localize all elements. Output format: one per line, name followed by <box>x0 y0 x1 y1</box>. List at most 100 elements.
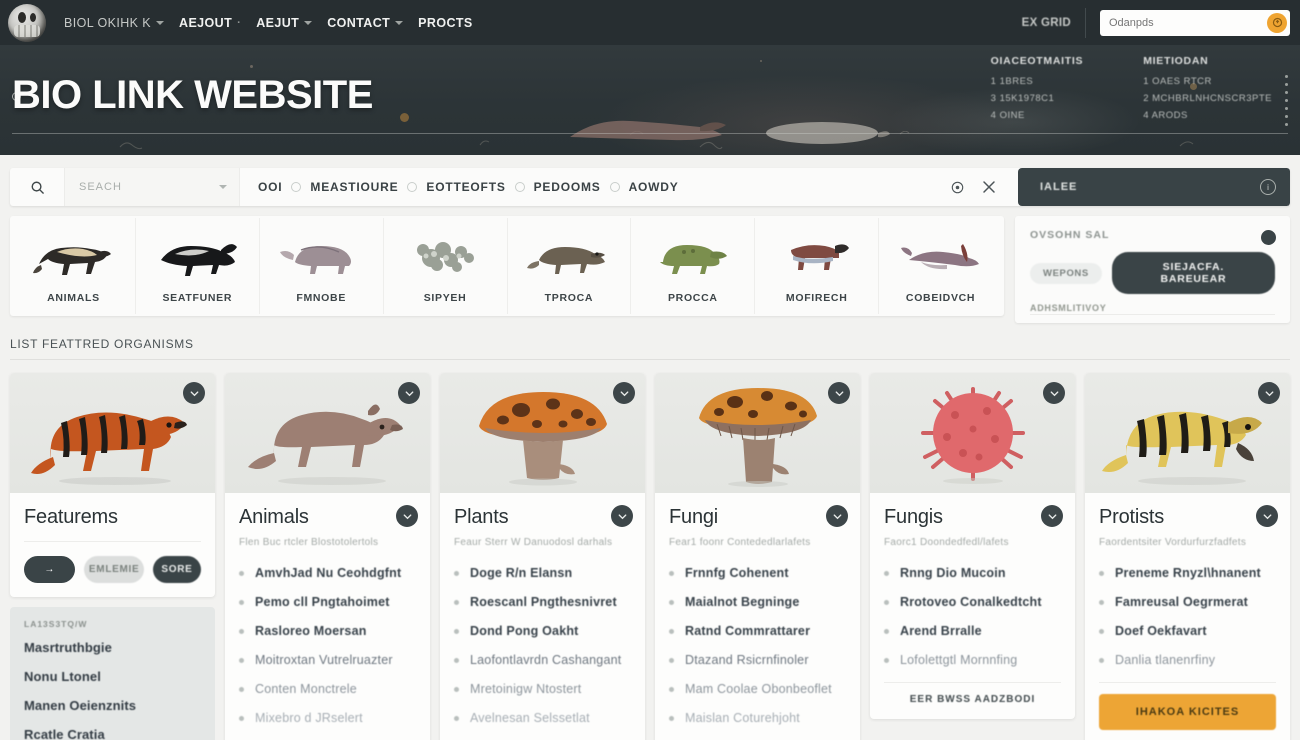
category-tile-mofirech[interactable]: MOFIRECH <box>755 218 880 314</box>
category-tile-tproca[interactable]: TPROCA <box>508 218 632 314</box>
bullet-icon <box>239 686 244 692</box>
filter-chip-0[interactable]: OOI <box>258 180 282 194</box>
topbar-secondary-label[interactable]: EX GRID <box>1022 17 1071 29</box>
nav-item-contact[interactable]: CONTACT <box>327 16 404 30</box>
list-item[interactable]: Danlia tlanenrfiny <box>1099 653 1276 667</box>
promo-primary-button[interactable]: SIEJACFA. BAREUEAR <box>1111 252 1275 294</box>
list-item[interactable]: Doef Oekfavart <box>1099 624 1276 638</box>
organism-card-fungi[interactable]: Fungi Fear1 foonr Contededlarlafets Frnn… <box>655 373 860 740</box>
filter-chip-4[interactable]: AOWDY <box>629 180 679 194</box>
toolbar-search-icon-button[interactable] <box>10 168 65 206</box>
hero-column-row: 3 15K1978C1 <box>990 93 1055 104</box>
chevron-down-icon[interactable] <box>1256 505 1278 527</box>
bullet-icon <box>454 599 459 605</box>
list-item[interactable]: Ratnd Commrattarer <box>669 624 846 638</box>
info-circle-icon[interactable]: i <box>1260 179 1276 195</box>
organism-card-fungis[interactable]: Fungis Faorc1 Doondedfedl/lafets Rnng Di… <box>870 373 1075 719</box>
primary-nav: BIOL OKIHK K AEJOUT · AEJUT CONTACT PROC… <box>64 16 1022 30</box>
category-label: PROCCA <box>667 292 718 304</box>
chevron-down-icon[interactable] <box>398 382 420 404</box>
list-item[interactable]: Arend Brralle <box>884 624 1061 638</box>
list-item[interactable]: Famreusal Oegrmerat <box>1099 595 1276 609</box>
chevron-down-icon[interactable] <box>613 382 635 404</box>
list-item[interactable]: Pemo cll Pngtahoimet <box>239 595 416 609</box>
category-tile-sipyeh[interactable]: SIPYEH <box>384 218 508 314</box>
close-icon[interactable] <box>982 180 996 194</box>
list-item[interactable]: Avelnesan Selssetlat <box>454 711 631 725</box>
organism-card-animals[interactable]: Animals Flen Buc rtcler Blostotolertols … <box>225 373 430 740</box>
list-item[interactable]: Conten Monctrele <box>239 682 416 696</box>
mini-list-item[interactable]: Rcatle Cratia <box>24 727 201 740</box>
list-item[interactable]: Doge R/n Elansn <box>454 566 631 580</box>
toolbar-search-field[interactable]: SEACH <box>65 168 240 206</box>
cta-button[interactable]: IHAKOA KICITES <box>1099 694 1276 730</box>
mini-list-item[interactable]: Manen Oeienznits <box>24 698 201 713</box>
toolbar-search-placeholder: SEACH <box>79 181 122 193</box>
list-item[interactable]: Dond Pong Oakht <box>454 624 631 638</box>
category-label: TPROCA <box>544 292 594 304</box>
chevron-down-icon[interactable] <box>611 505 633 527</box>
chevron-down-icon[interactable] <box>1041 505 1063 527</box>
chevron-down-icon[interactable] <box>183 382 205 404</box>
chevron-down-icon[interactable] <box>828 382 850 404</box>
otter-icon <box>136 218 259 292</box>
category-tile-fmnobe[interactable]: FMNOBE <box>260 218 384 314</box>
list-item-label: Mam Coolae Obonbeoflet <box>685 682 832 696</box>
category-tile-animals[interactable]: ANIMALS <box>12 218 136 314</box>
list-item[interactable]: Dtazand Rsicrnfinoler <box>669 653 846 667</box>
list-item[interactable]: Roescanl Pngthesnivret <box>454 595 631 609</box>
nav-label: AEJUT <box>256 15 300 30</box>
chevron-down-icon[interactable] <box>826 505 848 527</box>
organism-card-plants[interactable]: Plants Feaur Sterr W Danuodosl darhals D… <box>440 373 645 740</box>
filter-chip-1[interactable]: MEASTIOURE <box>310 180 398 194</box>
list-item-label: Pemo cll Pngtahoimet <box>255 595 390 609</box>
save-button[interactable]: SORE <box>152 556 201 583</box>
list-item[interactable]: Rasloreo Moersan <box>239 624 416 638</box>
filter-chip-3[interactable]: PEDOOMS <box>534 180 601 194</box>
list-item-label: Rnng Dio Mucoin <box>900 566 1006 580</box>
nav-item-about-1[interactable]: AEJOUT · <box>179 16 241 30</box>
category-label: COBEIDVCH <box>905 292 976 304</box>
chevron-down-icon[interactable] <box>1258 382 1280 404</box>
category-tile-seatfuner[interactable]: SEATFUNER <box>136 218 260 314</box>
list-item[interactable]: Mretoinigw Ntostert <box>454 682 631 696</box>
organism-card-protists[interactable]: Protists Faordentsiter Vordurfurzfadfets… <box>1085 373 1290 740</box>
list-item[interactable]: Mixebro d JRselert <box>239 711 416 725</box>
list-item[interactable]: Rrotoveo Conalkedtcht <box>884 595 1061 609</box>
list-item[interactable]: Maislan Coturehjoht <box>669 711 846 725</box>
organism-card-featurems[interactable]: Featurems → EMLEMIE SORE <box>10 373 215 597</box>
mini-list-item[interactable]: Masrtruthbgie <box>24 640 201 655</box>
promo-badge[interactable]: WEPONS <box>1030 262 1102 284</box>
list-item[interactable]: Laofontlavrdn Cashangant <box>454 653 631 667</box>
search-input[interactable] <box>1109 16 1267 29</box>
filter-chip-2[interactable]: EOTTEOFTS <box>426 180 505 194</box>
list-item[interactable]: Mam Coolae Obonbeoflet <box>669 682 846 696</box>
category-tile-procca[interactable]: PROCCA <box>631 218 756 314</box>
nav-item-brand[interactable]: BIOL OKIHK K <box>64 16 165 30</box>
category-tile-cobeidvch[interactable]: COBEIDVCH <box>879 218 1002 314</box>
card-body: Plants Feaur Sterr W Danuodosl darhals D… <box>440 493 645 740</box>
secondary-button[interactable]: EMLEMIE <box>84 556 144 583</box>
nav-item-products[interactable]: PROCTS <box>418 16 473 30</box>
nav-item-about-2[interactable]: AEJUT <box>256 15 313 30</box>
list-item[interactable]: Rnng Dio Mucoin <box>884 566 1061 580</box>
aardvark-illustration <box>247 404 403 485</box>
list-item[interactable]: AmvhJad Nu Ceohdgfnt <box>239 566 416 580</box>
site-logo[interactable] <box>8 3 46 42</box>
list-item[interactable]: Maialnot Begninge <box>669 595 846 609</box>
list-item[interactable]: Preneme Rnyzl\hnanent <box>1099 566 1276 580</box>
header-search[interactable] <box>1100 9 1290 36</box>
target-icon[interactable] <box>950 180 964 194</box>
chevron-down-icon[interactable] <box>1043 382 1065 404</box>
mini-list-item[interactable]: Nonu Ltonel <box>24 669 201 684</box>
list-item[interactable]: Lofolettgtl Mornnfing <box>884 653 1061 667</box>
hero-column-row: 2 MCHBRLNHCNSCR3PTE <box>1143 93 1272 104</box>
list-item[interactable]: Moitroxtan Vutrelruazter <box>239 653 416 667</box>
next-button[interactable]: → <box>24 556 76 583</box>
card-footer-label[interactable]: EER BWSS AADZBODI <box>884 694 1061 705</box>
search-submit-button[interactable] <box>1267 12 1287 33</box>
toolbar-dark-panel[interactable]: IALEE i <box>1018 168 1290 206</box>
chevron-down-icon[interactable] <box>396 505 418 527</box>
list-item[interactable]: Frnnfg Cohenent <box>669 566 846 580</box>
list-item-label: Mretoinigw Ntostert <box>470 682 582 696</box>
